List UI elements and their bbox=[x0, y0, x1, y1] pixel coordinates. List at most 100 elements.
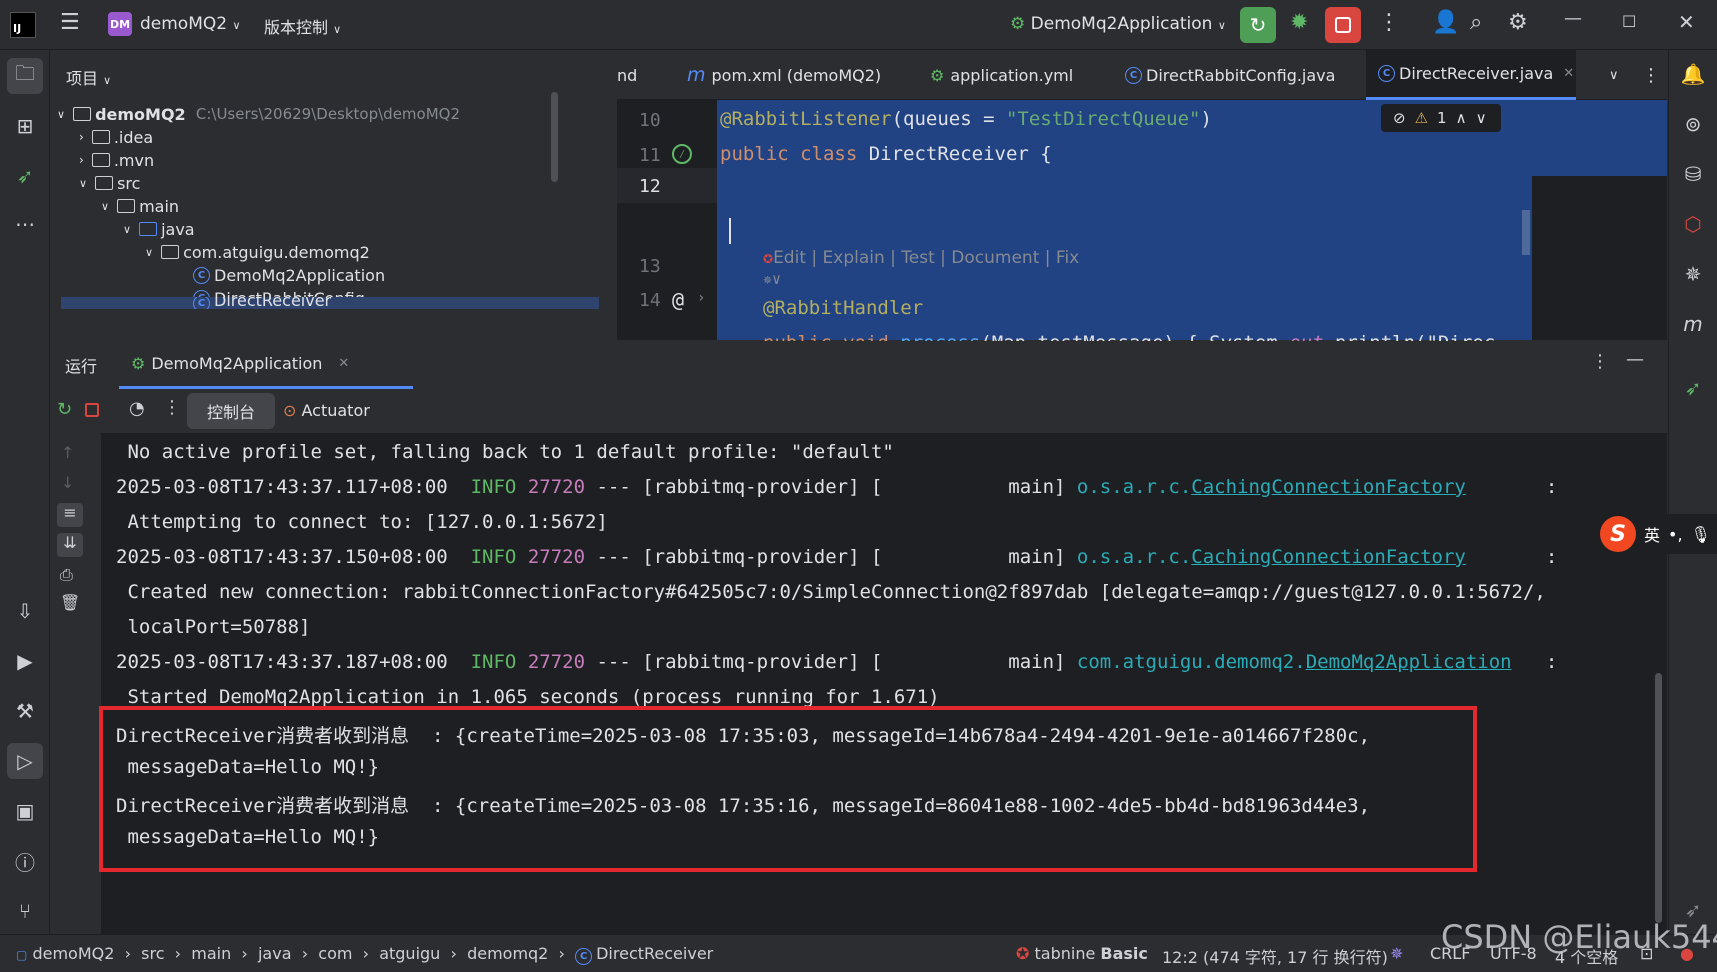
vcs-menu[interactable]: 版本控制 ∨ bbox=[264, 14, 341, 38]
tree-item-src[interactable]: ∨ src bbox=[79, 171, 140, 195]
tree-item-package[interactable]: ∨ com.atguigu.demomq2 bbox=[145, 240, 370, 264]
breadcrumb-item[interactable]: demoMQ2 bbox=[32, 944, 114, 963]
project-panel-title[interactable]: 项目 ∨ bbox=[66, 65, 111, 89]
scroll-up-icon[interactable]: ↑ bbox=[61, 443, 74, 462]
inspection-widget[interactable]: ⊘ ⚠ 1 ∧ ∨ bbox=[1381, 104, 1501, 132]
code-area[interactable]: @RabbitListener(queues = "TestDirectQueu… bbox=[717, 100, 1532, 354]
tree-item-main[interactable]: ∨ main bbox=[101, 194, 179, 218]
close-window-button[interactable]: ✕ bbox=[1678, 10, 1695, 34]
run-config-selector[interactable]: ⚙ DemoMq2Application ∨ bbox=[1010, 14, 1226, 34]
console-tab[interactable]: 控制台 bbox=[187, 393, 275, 429]
logger-link[interactable]: CachingConnectionFactory bbox=[1191, 546, 1466, 568]
tree-item-idea[interactable]: › .idea bbox=[79, 125, 153, 149]
breadcrumb-item[interactable]: main bbox=[191, 944, 231, 963]
tab-partial[interactable]: nd bbox=[617, 50, 637, 100]
chevron-down-icon[interactable]: ∨ bbox=[1476, 109, 1487, 127]
clear-icon[interactable]: 🗑 bbox=[60, 593, 80, 612]
tabnine-status[interactable]: ✪ tabnine Basic bbox=[1016, 944, 1148, 963]
tab-direct-rabbit-config[interactable]: C DirectRabbitConfig.java bbox=[1125, 50, 1335, 100]
logger-link[interactable]: DemoMq2Application bbox=[1306, 651, 1512, 673]
maximize-button[interactable]: ☐ bbox=[1622, 12, 1636, 31]
tabs-dropdown-icon[interactable]: ∨ bbox=[1609, 50, 1619, 100]
caret-position[interactable]: 12:2 (474 字符, 17 行 换行符) bbox=[1162, 944, 1388, 968]
stop-button[interactable] bbox=[1325, 7, 1361, 43]
run-tab[interactable]: ⚙ DemoMq2Application ✕ bbox=[119, 341, 413, 389]
breadcrumb-item[interactable]: atguigu bbox=[379, 944, 440, 963]
more-icon[interactable]: ⋮ bbox=[1378, 10, 1400, 35]
ai-inline-hint[interactable]: ✪Edit | Explain | Test | Document | Fix bbox=[763, 248, 1079, 268]
ime-language[interactable]: 英 bbox=[1644, 522, 1660, 546]
structure-icon[interactable]: ⊞ bbox=[7, 108, 43, 144]
tab-direct-receiver[interactable]: C DirectReceiver.java ✕ bbox=[1366, 50, 1576, 100]
editor-vscrollbar[interactable] bbox=[1522, 210, 1530, 255]
search-icon[interactable]: ⌕ bbox=[1470, 10, 1482, 35]
hint-actions[interactable]: Edit | Explain | Test | Document | Fix bbox=[773, 248, 1079, 268]
chevron-up-icon[interactable]: ∧ bbox=[1456, 109, 1467, 127]
user-add-icon[interactable]: 👤 bbox=[1432, 10, 1459, 35]
project-scrollbar[interactable] bbox=[551, 92, 558, 182]
more-icon[interactable]: ⋮ bbox=[163, 397, 181, 418]
rerun-icon[interactable]: ↻ bbox=[57, 399, 72, 420]
hide-panel-icon[interactable]: — bbox=[1626, 349, 1644, 370]
bookmarks-icon[interactable]: ⇩ bbox=[7, 593, 43, 629]
soft-wrap-icon[interactable]: ≡ bbox=[57, 503, 83, 527]
logger-link[interactable]: CachingConnectionFactory bbox=[1191, 476, 1466, 498]
ai-assistant-icon[interactable]: ⊚ bbox=[1675, 106, 1711, 142]
breadcrumb-item[interactable]: DirectReceiver bbox=[596, 944, 713, 963]
run-tool-icon[interactable]: ▷ bbox=[7, 743, 43, 779]
breadcrumb-item[interactable]: java bbox=[258, 944, 292, 963]
chevron-right-icon[interactable]: › bbox=[697, 290, 705, 306]
database-icon[interactable]: ⛁ bbox=[1675, 156, 1711, 192]
microphone-icon[interactable]: 🎙 bbox=[1691, 525, 1711, 544]
scroll-down-icon[interactable]: ↓ bbox=[61, 473, 74, 492]
folder-icon[interactable]: 🗀 bbox=[7, 58, 43, 94]
close-tab-icon[interactable]: ✕ bbox=[338, 356, 349, 371]
scroll-to-end-icon[interactable]: ⇊ bbox=[57, 533, 83, 557]
stop-icon[interactable] bbox=[85, 403, 99, 417]
minimize-button[interactable]: — bbox=[1564, 8, 1582, 29]
panel-options-icon[interactable]: ⋮ bbox=[1591, 351, 1609, 372]
debug-icon[interactable]: ✹ bbox=[1290, 10, 1308, 35]
settings-icon[interactable]: ⚙ bbox=[1508, 10, 1528, 35]
profiler-icon[interactable]: ◔ bbox=[129, 398, 145, 419]
build-icon[interactable]: ⚒ bbox=[7, 693, 43, 729]
tree-item-java[interactable]: ∨ java bbox=[123, 217, 195, 241]
breadcrumb-item[interactable]: src bbox=[141, 944, 164, 963]
bean-icon[interactable]: ⁄ bbox=[672, 144, 692, 164]
tree-selected-row[interactable]: C DirectReceiver bbox=[61, 297, 599, 309]
punctuation-icon[interactable]: •, bbox=[1668, 525, 1683, 544]
handler-icon[interactable]: @ bbox=[672, 288, 684, 312]
terminal-icon[interactable]: ▣ bbox=[7, 793, 43, 829]
eye-off-icon[interactable]: ⊘ bbox=[1393, 109, 1406, 127]
tree-item-app-class[interactable]: C DemoMq2Application bbox=[193, 263, 385, 287]
maven-icon[interactable]: m bbox=[1675, 306, 1711, 342]
jrebel-icon[interactable]: ➶ bbox=[7, 158, 43, 194]
hamburger-icon[interactable]: ☰ bbox=[60, 10, 80, 35]
ai-assist-icon[interactable]: ✵∨ bbox=[763, 270, 781, 288]
jrebel-icon[interactable]: ➶ bbox=[1675, 370, 1711, 406]
notifications-icon[interactable]: 🔔 bbox=[1675, 56, 1711, 92]
project-badge[interactable]: DM bbox=[108, 12, 132, 36]
breadcrumb-item[interactable]: com bbox=[318, 944, 352, 963]
rerun-button[interactable]: ↻ bbox=[1240, 7, 1276, 43]
ime-toolbar[interactable]: S 英 •, 🎙 bbox=[1598, 514, 1717, 554]
breadcrumb-item[interactable]: demomq2 bbox=[467, 944, 548, 963]
actuator-tab[interactable]: ⊙ Actuator bbox=[283, 401, 370, 420]
git-icon[interactable]: ⑂ bbox=[7, 893, 43, 929]
tree-item-mvn[interactable]: › .mvn bbox=[79, 148, 154, 172]
ai-status-icon[interactable]: ✵ bbox=[1390, 944, 1403, 963]
services-icon[interactable]: ▶ bbox=[7, 643, 43, 679]
problems-icon[interactable]: ⓘ bbox=[7, 843, 43, 879]
console-scrollbar[interactable] bbox=[1655, 673, 1662, 923]
tabnine-icon[interactable]: ⬡ bbox=[1675, 206, 1711, 242]
tab-application-yml[interactable]: ⚙ application.yml bbox=[930, 50, 1073, 100]
minimap[interactable] bbox=[1532, 100, 1667, 340]
project-name-menu[interactable]: demoMQ2 ∨ bbox=[140, 14, 241, 34]
app-logo[interactable]: IJ bbox=[10, 12, 36, 38]
more-tools-icon[interactable]: ⋯ bbox=[7, 206, 43, 242]
tabs-more-icon[interactable]: ⋮ bbox=[1642, 50, 1660, 100]
tab-pom[interactable]: m pom.xml (demoMQ2) bbox=[687, 50, 881, 100]
print-icon[interactable]: ⎙ bbox=[60, 565, 73, 585]
console-output[interactable]: No active profile set, falling back to 1… bbox=[99, 433, 1667, 934]
close-tab-icon[interactable]: ✕ bbox=[1563, 66, 1574, 81]
